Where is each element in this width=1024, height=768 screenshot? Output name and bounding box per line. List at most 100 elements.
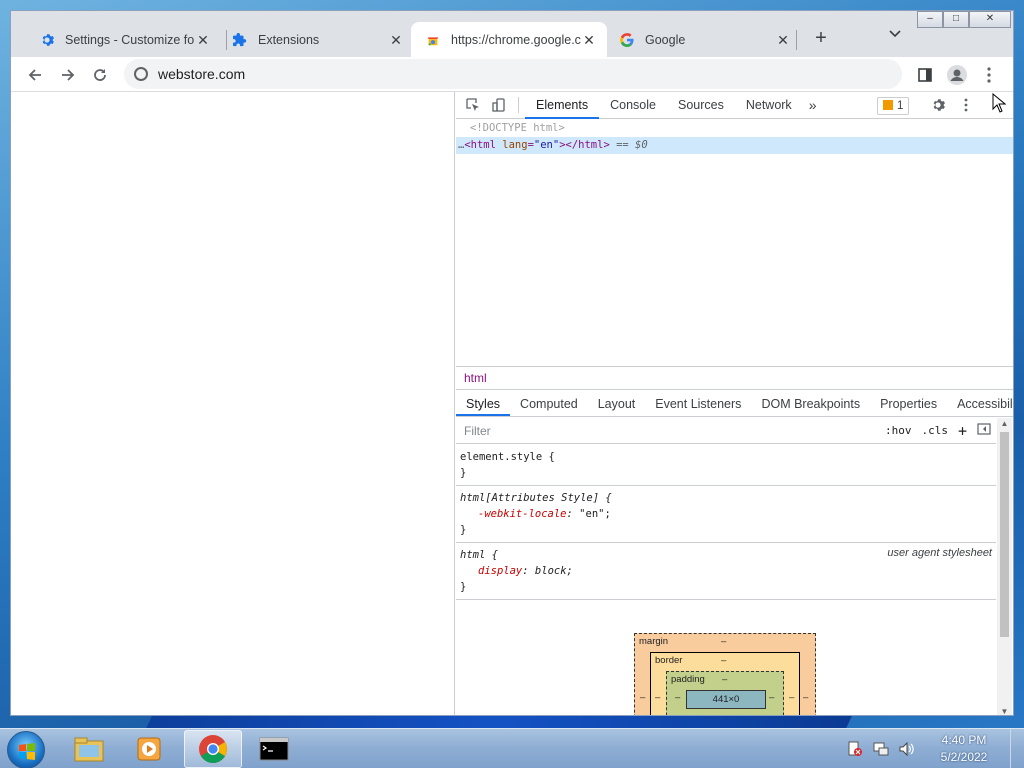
hover-state-button[interactable]: :hov	[880, 424, 917, 437]
tab-elements[interactable]: Elements	[525, 92, 600, 119]
scrollbar-thumb[interactable]	[1000, 432, 1009, 637]
back-button[interactable]	[21, 61, 49, 89]
browser-toolbar: webstore.com	[11, 57, 1013, 92]
tab-google[interactable]: Google ✕	[605, 22, 801, 58]
show-desktop-button[interactable]	[1010, 729, 1024, 768]
margin-left-value[interactable]: –	[640, 692, 645, 703]
forward-button[interactable]	[54, 61, 82, 89]
maximize-button[interactable]: □	[943, 11, 969, 28]
toolbar-divider	[518, 97, 519, 113]
subtab-dom-breakpoints[interactable]: DOM Breakpoints	[751, 391, 870, 416]
dom-node-html[interactable]: …<html lang="en"></html> == $0	[456, 137, 1013, 154]
address-text: webstore.com	[158, 66, 246, 82]
box-model-border[interactable]: border – – – padding – – – – 441×0	[650, 652, 800, 715]
address-bar[interactable]: webstore.com	[124, 59, 902, 89]
devtools-menu-button[interactable]	[953, 92, 979, 118]
property-value: block;	[534, 565, 573, 577]
style-rule-html[interactable]: html { display: block; } user agent styl…	[456, 543, 996, 600]
device-toolbar-button[interactable]	[486, 92, 512, 118]
close-tab-icon[interactable]: ✕	[581, 32, 597, 49]
action-center-icon[interactable]	[846, 740, 864, 758]
profile-button[interactable]	[943, 61, 971, 89]
devtools-settings-button[interactable]	[925, 92, 951, 118]
rule-close: }	[460, 467, 467, 479]
close-tab-icon[interactable]: ✕	[775, 32, 791, 49]
system-clock[interactable]: 4:40 PM 5/2/2022	[924, 732, 1004, 766]
side-panel-button[interactable]	[911, 61, 939, 89]
margin-right-value[interactable]: –	[803, 692, 808, 703]
subtab-computed[interactable]: Computed	[510, 391, 588, 416]
device-icon	[492, 98, 505, 112]
clock-date: 5/2/2022	[940, 750, 988, 764]
tab-webstore[interactable]: https://chrome.google.c ✕	[411, 22, 607, 58]
doctype-text: <!DOCTYPE html>	[470, 122, 565, 134]
chrome-menu-button[interactable]	[975, 61, 1003, 89]
subtab-event-listeners[interactable]: Event Listeners	[645, 391, 751, 416]
issues-counter[interactable]: 1	[877, 97, 910, 115]
padding-top-value[interactable]: –	[722, 674, 727, 685]
taskbar-command-prompt[interactable]	[245, 730, 303, 768]
subtab-properties[interactable]: Properties	[870, 391, 947, 416]
dom-tree[interactable]: <!DOCTYPE html> …<html lang="en"></html>…	[456, 120, 1013, 366]
arrow-right-icon	[62, 69, 75, 81]
property-name: display	[478, 565, 523, 577]
style-property[interactable]: display: block;	[460, 563, 992, 579]
tab-extensions[interactable]: Extensions ✕	[218, 22, 414, 58]
style-property[interactable]: -webkit-locale: "en";	[460, 506, 992, 522]
border-left-value[interactable]: –	[655, 692, 660, 703]
network-icon[interactable]	[872, 740, 890, 758]
tag-name: <html	[464, 139, 496, 151]
style-rule-attributes[interactable]: html[Attributes Style] { -webkit-locale:…	[456, 486, 996, 543]
tag-close: ></html>	[559, 139, 610, 151]
border-right-value[interactable]: –	[789, 692, 794, 703]
box-model-content[interactable]: 441×0	[686, 690, 766, 709]
close-window-button[interactable]: ✕	[969, 11, 1011, 28]
padding-right-value[interactable]: –	[769, 692, 774, 703]
styles-filter-bar: Filter :hov .cls +	[456, 418, 996, 444]
inspect-element-button[interactable]	[460, 92, 486, 118]
style-rule-element[interactable]: element.style { }	[456, 445, 996, 486]
scroll-down-icon[interactable]: ▼	[997, 707, 1012, 715]
tab-title: Extensions	[258, 33, 320, 47]
box-model-padding[interactable]: padding – – – – 441×0	[666, 671, 784, 715]
border-top-value[interactable]: –	[721, 655, 726, 666]
start-button[interactable]	[7, 731, 45, 768]
reload-button[interactable]	[86, 61, 114, 89]
tab-console[interactable]: Console	[599, 92, 667, 119]
toggle-computed-sidebar-button[interactable]	[972, 423, 996, 438]
styles-scrollbar[interactable]: ▲ ▼	[997, 418, 1012, 715]
taskbar-chrome[interactable]	[184, 730, 242, 768]
file-explorer-icon	[74, 737, 104, 762]
puzzle-icon	[232, 32, 248, 48]
close-tab-icon[interactable]: ✕	[388, 32, 404, 49]
box-model-margin[interactable]: margin – – – border – – – padding – – – …	[634, 633, 816, 715]
site-info-icon[interactable]	[134, 67, 148, 81]
web-page-viewport[interactable]	[11, 92, 455, 715]
subtab-styles[interactable]: Styles	[456, 391, 511, 416]
chevron-down-icon	[889, 30, 901, 38]
tab-network[interactable]: Network	[735, 92, 803, 119]
taskbar-media-player[interactable]	[120, 730, 178, 768]
scroll-up-icon[interactable]: ▲	[997, 419, 1012, 428]
styles-filter-input[interactable]: Filter	[462, 421, 874, 441]
mouse-cursor-icon	[992, 93, 1006, 113]
taskbar-file-explorer[interactable]	[60, 730, 118, 768]
close-tab-icon[interactable]: ✕	[195, 32, 211, 49]
new-tab-button[interactable]: +	[807, 25, 835, 53]
tab-search-button[interactable]	[883, 27, 907, 51]
padding-bottom-value[interactable]: –	[722, 714, 727, 715]
more-tabs-button[interactable]: »	[803, 92, 823, 119]
tab-settings[interactable]: Settings - Customize fo ✕	[25, 22, 221, 58]
breadcrumb-item-html[interactable]: html	[464, 371, 487, 385]
subtab-layout[interactable]: Layout	[588, 391, 646, 416]
margin-top-value[interactable]: –	[721, 636, 726, 647]
volume-icon[interactable]	[898, 740, 916, 758]
new-style-rule-button[interactable]: +	[953, 422, 972, 440]
padding-left-value[interactable]: –	[675, 692, 680, 703]
tab-sources[interactable]: Sources	[667, 92, 735, 119]
class-toggle-button[interactable]: .cls	[916, 424, 953, 437]
minimize-button[interactable]: –	[917, 11, 943, 28]
clock-time: 4:40 PM	[941, 733, 987, 747]
subtab-accessibility[interactable]: Accessibility	[947, 391, 1013, 416]
dom-node-doctype[interactable]: <!DOCTYPE html>	[456, 120, 1013, 137]
